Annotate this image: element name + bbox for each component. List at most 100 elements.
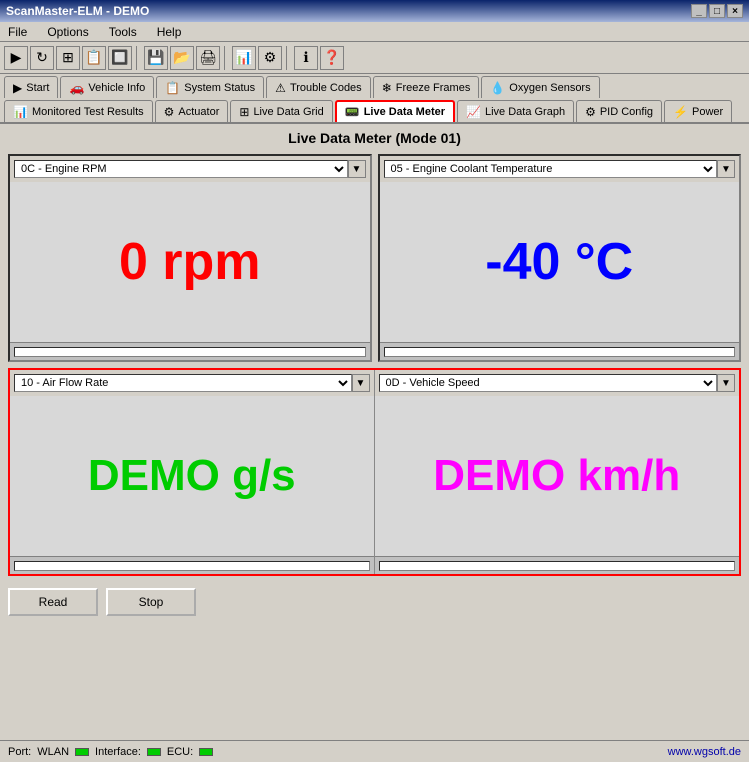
monitored-icon: 📊 (13, 105, 28, 119)
toolbar-btn-1[interactable]: ▶ (4, 46, 28, 70)
speed-dropdown-arrow[interactable]: ▼ (717, 374, 735, 392)
pid-icon: ⚙ (585, 105, 596, 119)
speed-bar (379, 561, 736, 571)
menu-help[interactable]: Help (153, 23, 186, 41)
bottom-bar: Read Stop (0, 582, 749, 622)
airflow-bar-area (10, 556, 374, 574)
speed-select-row: 0D - Vehicle Speed ▼ (375, 370, 740, 396)
airflow-dropdown-arrow[interactable]: ▼ (352, 374, 370, 392)
tab-live-data-meter[interactable]: 📟 Live Data Meter (335, 100, 455, 122)
rpm-select[interactable]: 0C - Engine RPM (14, 160, 348, 178)
tab-freeze-frames[interactable]: ❄ Freeze Frames (373, 76, 480, 98)
port-label: Port: (8, 746, 31, 758)
tab-actuator-label: Actuator (178, 106, 219, 118)
panel-coolant: 05 - Engine Coolant Temperature ▼ -40 °C (378, 154, 742, 362)
toolbar-separator-3 (286, 46, 290, 70)
actuator-icon: ⚙ (164, 105, 175, 119)
airflow-bar (14, 561, 370, 571)
toolbar-separator-2 (224, 46, 228, 70)
speed-value: DEMO km/h (433, 451, 680, 501)
system-icon: 📋 (165, 81, 180, 95)
menu-options[interactable]: Options (43, 23, 92, 41)
toolbar-btn-8[interactable]: 🖨 (196, 46, 220, 70)
title-text: ScanMaster-ELM - DEMO (6, 4, 149, 18)
start-icon: ▶ (13, 81, 22, 95)
tab-system-label: System Status (184, 82, 255, 94)
toolbar-btn-3[interactable]: ⊞ (56, 46, 80, 70)
tab-actuator[interactable]: ⚙ Actuator (155, 100, 229, 122)
stop-button[interactable]: Stop (106, 588, 196, 616)
rpm-bar (14, 347, 366, 357)
tab-start[interactable]: ▶ Start (4, 76, 58, 98)
interface-label: Interface: (95, 746, 141, 758)
oxygen-icon: 💧 (490, 81, 505, 95)
ecu-label: ECU: (167, 746, 193, 758)
tab-graph-label: Live Data Graph (485, 106, 565, 118)
vehicle-icon: 🚗 (69, 81, 84, 95)
close-button[interactable]: × (727, 4, 743, 18)
coolant-select-row: 05 - Engine Coolant Temperature ▼ (380, 156, 740, 182)
toolbar-btn-9[interactable]: 📊 (232, 46, 256, 70)
toolbar-btn-10[interactable]: ⚙ (258, 46, 282, 70)
maximize-button[interactable]: □ (709, 4, 725, 18)
toolbar-btn-5[interactable]: 🔲 (108, 46, 132, 70)
panel-speed: 0D - Vehicle Speed ▼ DEMO km/h (375, 370, 740, 574)
speed-value-area: DEMO km/h (375, 396, 740, 556)
tab-oxygen-sensors[interactable]: 💧 Oxygen Sensors (481, 76, 599, 98)
speed-select[interactable]: 0D - Vehicle Speed (379, 374, 718, 392)
menu-file[interactable]: File (4, 23, 31, 41)
tab-grid-label: Live Data Grid (253, 106, 323, 118)
airflow-select[interactable]: 10 - Air Flow Rate (14, 374, 352, 392)
tab-pid-config[interactable]: ⚙ PID Config (576, 100, 662, 122)
toolbar-btn-6[interactable]: 💾 (144, 46, 168, 70)
menu-tools[interactable]: Tools (105, 23, 141, 41)
tab-vehicle-label: Vehicle Info (88, 82, 145, 94)
freeze-icon: ❄ (382, 81, 392, 95)
speed-select-wrapper: 0D - Vehicle Speed (379, 374, 718, 392)
tab-live-data-graph[interactable]: 📈 Live Data Graph (457, 100, 574, 122)
tab-oxygen-label: Oxygen Sensors (509, 82, 590, 94)
coolant-select[interactable]: 05 - Engine Coolant Temperature (384, 160, 718, 178)
tab-row-2: 📊 Monitored Test Results ⚙ Actuator ⊞ Li… (0, 98, 749, 124)
rpm-value-area: 0 rpm (10, 182, 370, 342)
tab-freeze-label: Freeze Frames (396, 82, 471, 94)
toolbar-btn-2[interactable]: ↻ (30, 46, 54, 70)
tab-vehicle-info[interactable]: 🚗 Vehicle Info (60, 76, 154, 98)
coolant-value: -40 °C (485, 232, 633, 292)
toolbar-btn-11[interactable]: ❓ (320, 46, 344, 70)
toolbar-separator-1 (136, 46, 140, 70)
read-button[interactable]: Read (8, 588, 98, 616)
tab-monitored-label: Monitored Test Results (32, 106, 144, 118)
coolant-value-area: -40 °C (380, 182, 740, 342)
main-title: Live Data Meter (Mode 01) (8, 130, 741, 146)
tab-trouble-label: Trouble Codes (290, 82, 362, 94)
coolant-bar (384, 347, 736, 357)
tab-start-label: Start (26, 82, 49, 94)
website: www.wgsoft.de (668, 746, 741, 758)
rpm-value: 0 rpm (119, 232, 261, 292)
tab-monitored-test[interactable]: 📊 Monitored Test Results (4, 100, 153, 122)
meter-icon: 📟 (345, 105, 360, 119)
airflow-select-row: 10 - Air Flow Rate ▼ (10, 370, 374, 396)
title-bar-buttons: _ □ × (691, 4, 743, 18)
tab-meter-label: Live Data Meter (364, 106, 445, 118)
rpm-select-wrapper: 0C - Engine RPM (14, 160, 348, 178)
minimize-button[interactable]: _ (691, 4, 707, 18)
speed-bar-area (375, 556, 740, 574)
tab-system-status[interactable]: 📋 System Status (156, 76, 264, 98)
coolant-dropdown-arrow[interactable]: ▼ (717, 160, 735, 178)
tab-live-data-grid[interactable]: ⊞ Live Data Grid (230, 100, 332, 122)
toolbar-btn-info[interactable]: ℹ (294, 46, 318, 70)
rpm-bar-area (10, 342, 370, 360)
rpm-select-row: 0C - Engine RPM ▼ (10, 156, 370, 182)
warning-icon: ⚠ (275, 81, 286, 95)
tab-trouble-codes[interactable]: ⚠ Trouble Codes (266, 76, 371, 98)
panel-rpm: 0C - Engine RPM ▼ 0 rpm (8, 154, 372, 362)
toolbar-btn-7[interactable]: 📂 (170, 46, 194, 70)
rpm-dropdown-arrow[interactable]: ▼ (348, 160, 366, 178)
ecu-led (199, 748, 213, 756)
power-icon: ⚡ (673, 105, 688, 119)
port-led (75, 748, 89, 756)
tab-power[interactable]: ⚡ Power (664, 100, 732, 122)
toolbar-btn-4[interactable]: 📋 (82, 46, 106, 70)
